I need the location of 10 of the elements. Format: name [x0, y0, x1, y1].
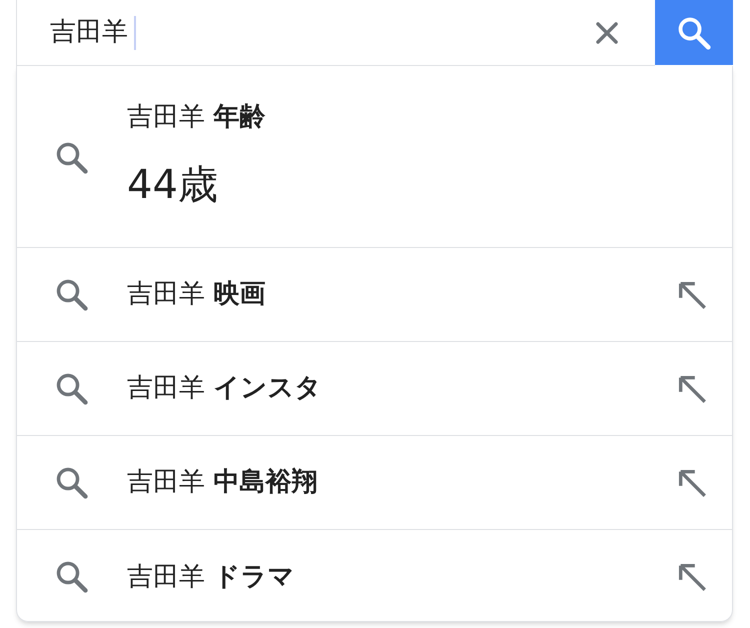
search-button[interactable] — [655, 0, 733, 65]
suggestion-text[interactable]: 吉田羊 インスタ — [127, 369, 657, 408]
close-icon — [595, 20, 619, 44]
search-query: 吉田羊 — [50, 16, 128, 49]
suggestion-text[interactable]: 吉田羊 年齢 — [127, 98, 266, 137]
text-cursor — [134, 16, 136, 50]
suggestion-text[interactable]: 吉田羊 ドラマ — [127, 558, 657, 596]
suggestion-text[interactable]: 吉田羊 中島裕翔 — [127, 463, 657, 502]
suggestion-text[interactable]: 吉田羊 映画 — [127, 275, 657, 314]
answer-text: 44歳 — [127, 161, 219, 210]
